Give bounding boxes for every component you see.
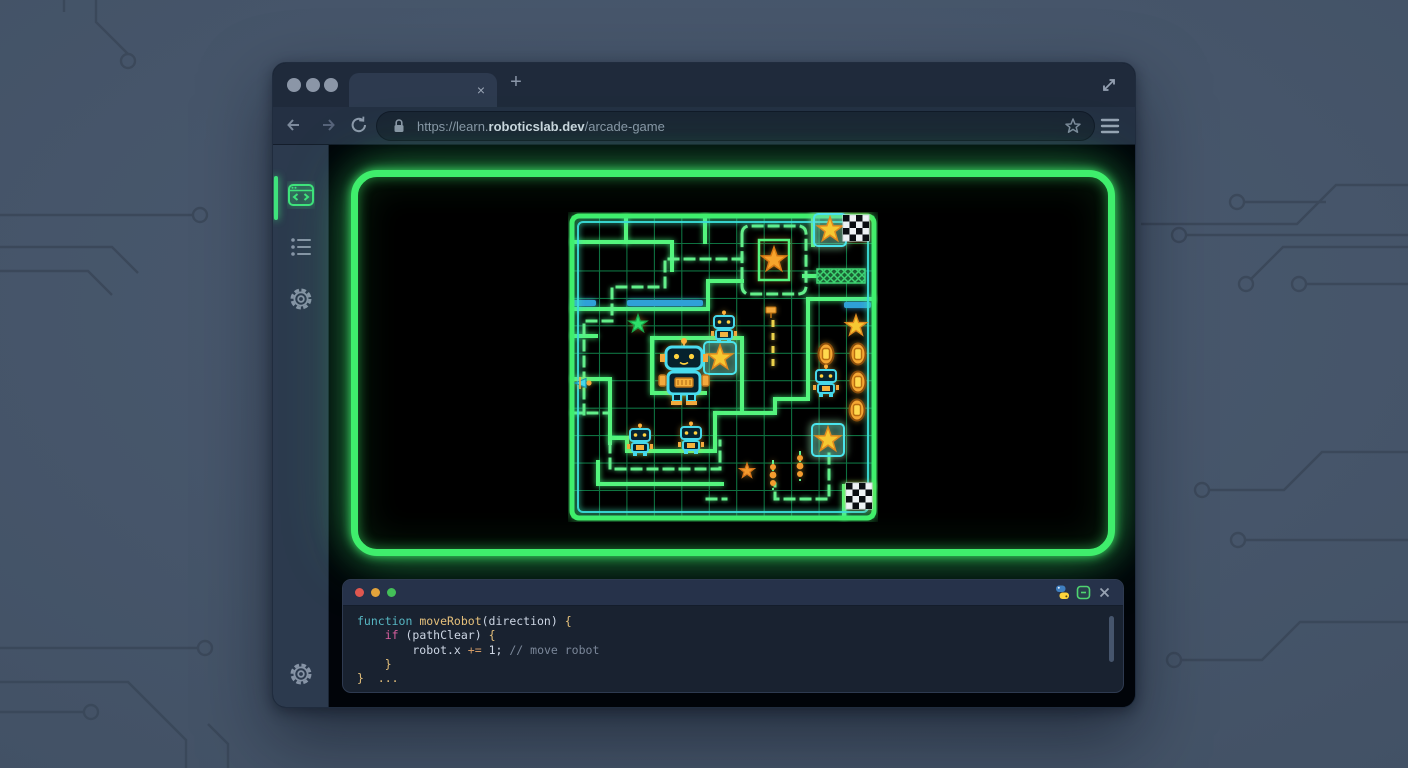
window-dot-1[interactable] bbox=[287, 78, 301, 92]
code-editor-header bbox=[343, 580, 1123, 606]
active-indicator bbox=[274, 176, 278, 220]
coin bbox=[851, 372, 866, 393]
close-icon[interactable] bbox=[1096, 584, 1113, 601]
coin bbox=[851, 344, 866, 365]
menu-icon[interactable] bbox=[1099, 116, 1121, 136]
arcade-screen bbox=[351, 170, 1115, 556]
url-bar[interactable]: https://learn.roboticslab.dev/arcade-gam… bbox=[376, 111, 1095, 141]
window-dot-3[interactable] bbox=[324, 78, 338, 92]
navigation-bar: https://learn.roboticslab.dev/arcade-gam… bbox=[273, 107, 1135, 145]
window-content: function moveRobot(direction) { if (path… bbox=[273, 145, 1135, 707]
sidebar-footer-settings gear-icon[interactable] bbox=[287, 660, 315, 688]
goal-star-top-right bbox=[814, 214, 846, 246]
sidebar-item-lessons list-icon[interactable] bbox=[287, 233, 315, 261]
coin bbox=[850, 400, 865, 421]
sidebar-item-settings gear-icon[interactable] bbox=[287, 285, 315, 313]
target-star-cell bbox=[704, 342, 736, 374]
sidebar bbox=[273, 145, 329, 707]
code-editor-panel: function moveRobot(direction) { if (path… bbox=[342, 579, 1124, 693]
maze-svg maze-game[interactable] bbox=[568, 212, 878, 522]
new-tab-button[interactable]: + bbox=[505, 71, 527, 93]
editor-dot-green[interactable] bbox=[387, 588, 396, 597]
lock-icon bbox=[389, 116, 409, 136]
python-icon[interactable] bbox=[1054, 584, 1071, 601]
reload-icon[interactable] bbox=[347, 113, 371, 137]
page-viewport: function moveRobot(direction) { if (path… bbox=[329, 145, 1135, 707]
code-scrollbar-thumb[interactable] bbox=[1109, 616, 1114, 662]
expand-icon[interactable] bbox=[1099, 75, 1119, 95]
goal-star-bottom-right bbox=[812, 424, 844, 456]
coin bbox=[819, 344, 834, 365]
finish-tile-top-right bbox=[843, 215, 869, 241]
window-dot-2[interactable] bbox=[306, 78, 320, 92]
finish-tile-bottom-right bbox=[846, 483, 872, 509]
back-icon[interactable] bbox=[283, 113, 307, 137]
tab-close-icon[interactable]: × bbox=[477, 81, 485, 99]
tab-strip: × + bbox=[273, 63, 1135, 107]
browser-window: × + https://learn.roboticslab.dev/arca bbox=[272, 62, 1136, 708]
browser-tab[interactable]: × bbox=[349, 73, 497, 107]
editor-dot-red[interactable] bbox=[355, 588, 364, 597]
editor-dot-yellow[interactable] bbox=[371, 588, 380, 597]
forward-icon[interactable] bbox=[315, 113, 339, 137]
sidebar-item-arcade code-window-icon[interactable] bbox=[287, 181, 315, 209]
url-text: https://learn.roboticslab.dev/arcade-gam… bbox=[417, 119, 665, 134]
code-content[interactable]: function moveRobot(direction) { if (path… bbox=[343, 606, 1123, 693]
maze-hatch-band bbox=[817, 269, 865, 283]
terminal-icon[interactable] bbox=[1075, 584, 1092, 601]
bookmark-star-icon[interactable] bbox=[1064, 117, 1082, 135]
